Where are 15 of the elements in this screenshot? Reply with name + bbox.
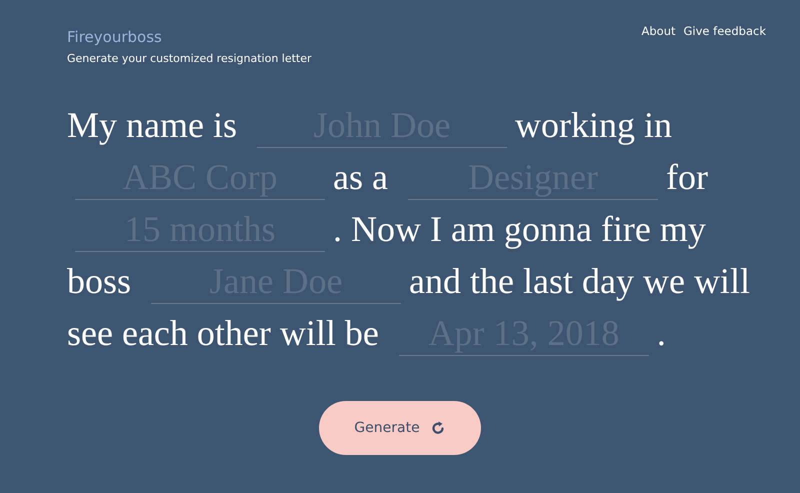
sentence-text: for [666, 156, 708, 199]
app-title: Fireyourboss [67, 28, 163, 46]
sentence-text: My name is [67, 104, 237, 147]
sentence-text: and the last day we will [409, 260, 750, 303]
generate-button[interactable]: Generate [319, 401, 481, 455]
app-subtitle: Generate your customized resignation letter [67, 52, 312, 65]
sentence-text: as a [333, 156, 388, 199]
sentence-text: boss [67, 260, 132, 303]
nav-link[interactable]: Give feedback [684, 24, 766, 38]
sentence-text: . Now I am gonna fire my [333, 208, 706, 251]
nav-link[interactable]: About [642, 24, 676, 38]
sentence-text: . [656, 312, 666, 355]
sentence-text: working in [514, 104, 672, 147]
sentence-text: see each other will be [67, 312, 379, 355]
refresh-icon [430, 420, 446, 436]
